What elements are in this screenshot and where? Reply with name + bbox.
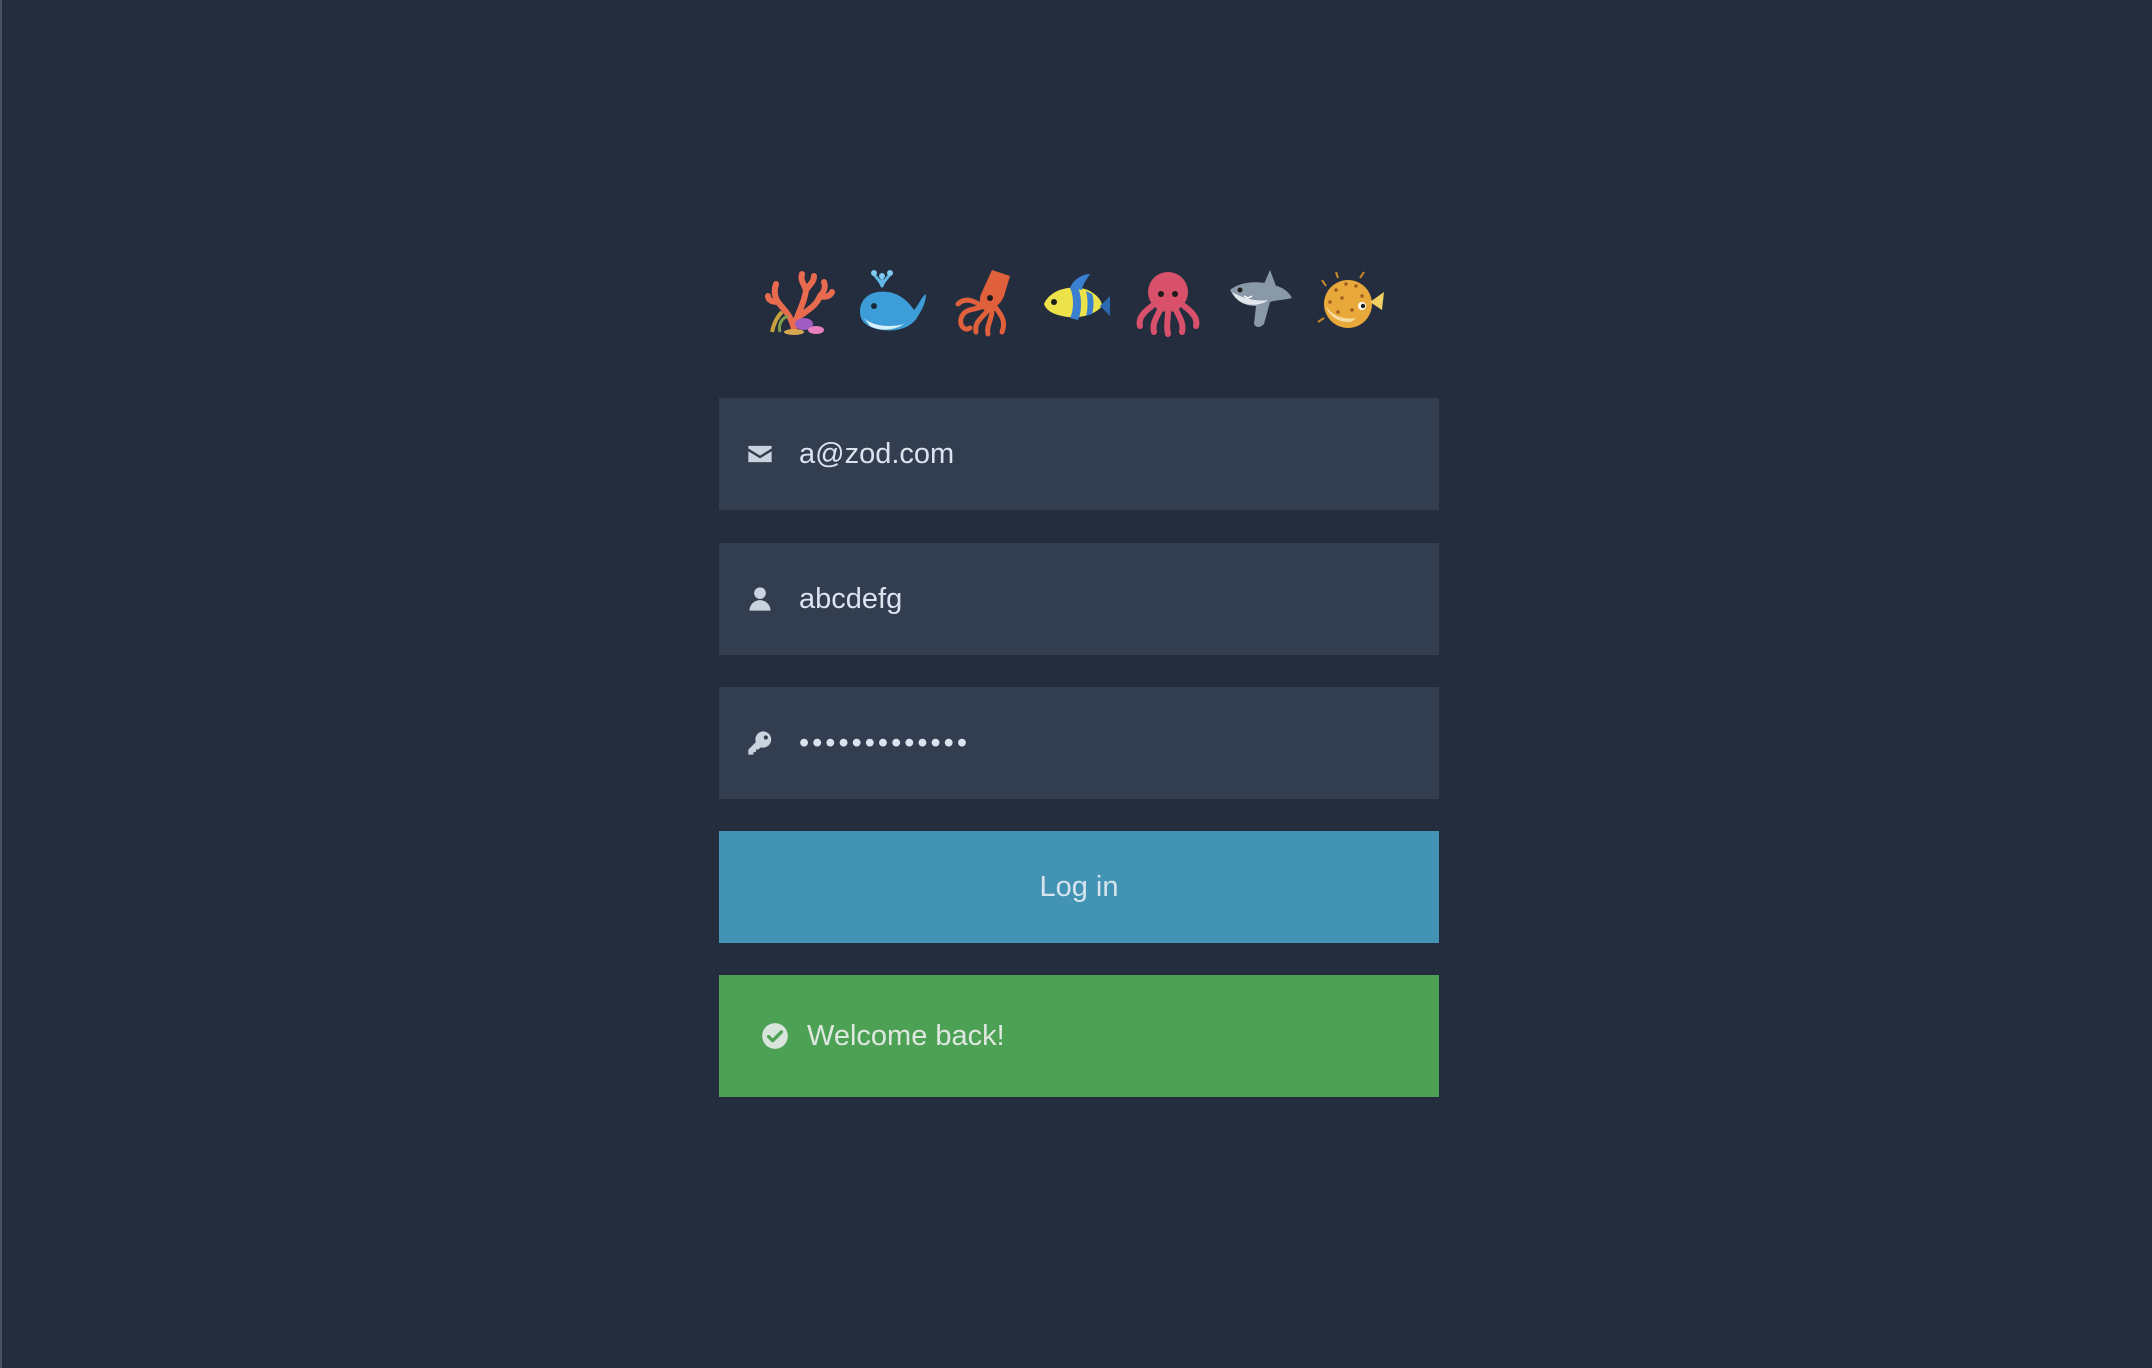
username-field-container — [719, 543, 1439, 655]
shark-icon — [1224, 262, 1296, 342]
success-alert: Welcome back! — [719, 975, 1439, 1097]
user-icon — [745, 584, 775, 614]
window-edge — [0, 0, 2, 1368]
password-field-container — [719, 687, 1439, 799]
email-field-container — [719, 398, 1439, 510]
username-field[interactable] — [799, 543, 1419, 655]
tropical-fish-icon — [1040, 262, 1112, 342]
email-field[interactable] — [799, 398, 1419, 510]
alert-message: Welcome back! — [807, 1019, 1005, 1052]
login-button[interactable]: Log in — [719, 831, 1439, 943]
envelope-icon — [745, 439, 775, 469]
squid-icon — [948, 262, 1020, 342]
password-field[interactable] — [799, 687, 1419, 799]
whale-icon — [856, 262, 928, 342]
blowfish-icon — [1316, 262, 1388, 342]
check-circle-icon — [761, 1022, 789, 1050]
key-icon — [745, 728, 775, 758]
octopus-icon — [1132, 262, 1204, 342]
coral-icon — [764, 262, 836, 342]
emoji-header — [0, 262, 2152, 342]
